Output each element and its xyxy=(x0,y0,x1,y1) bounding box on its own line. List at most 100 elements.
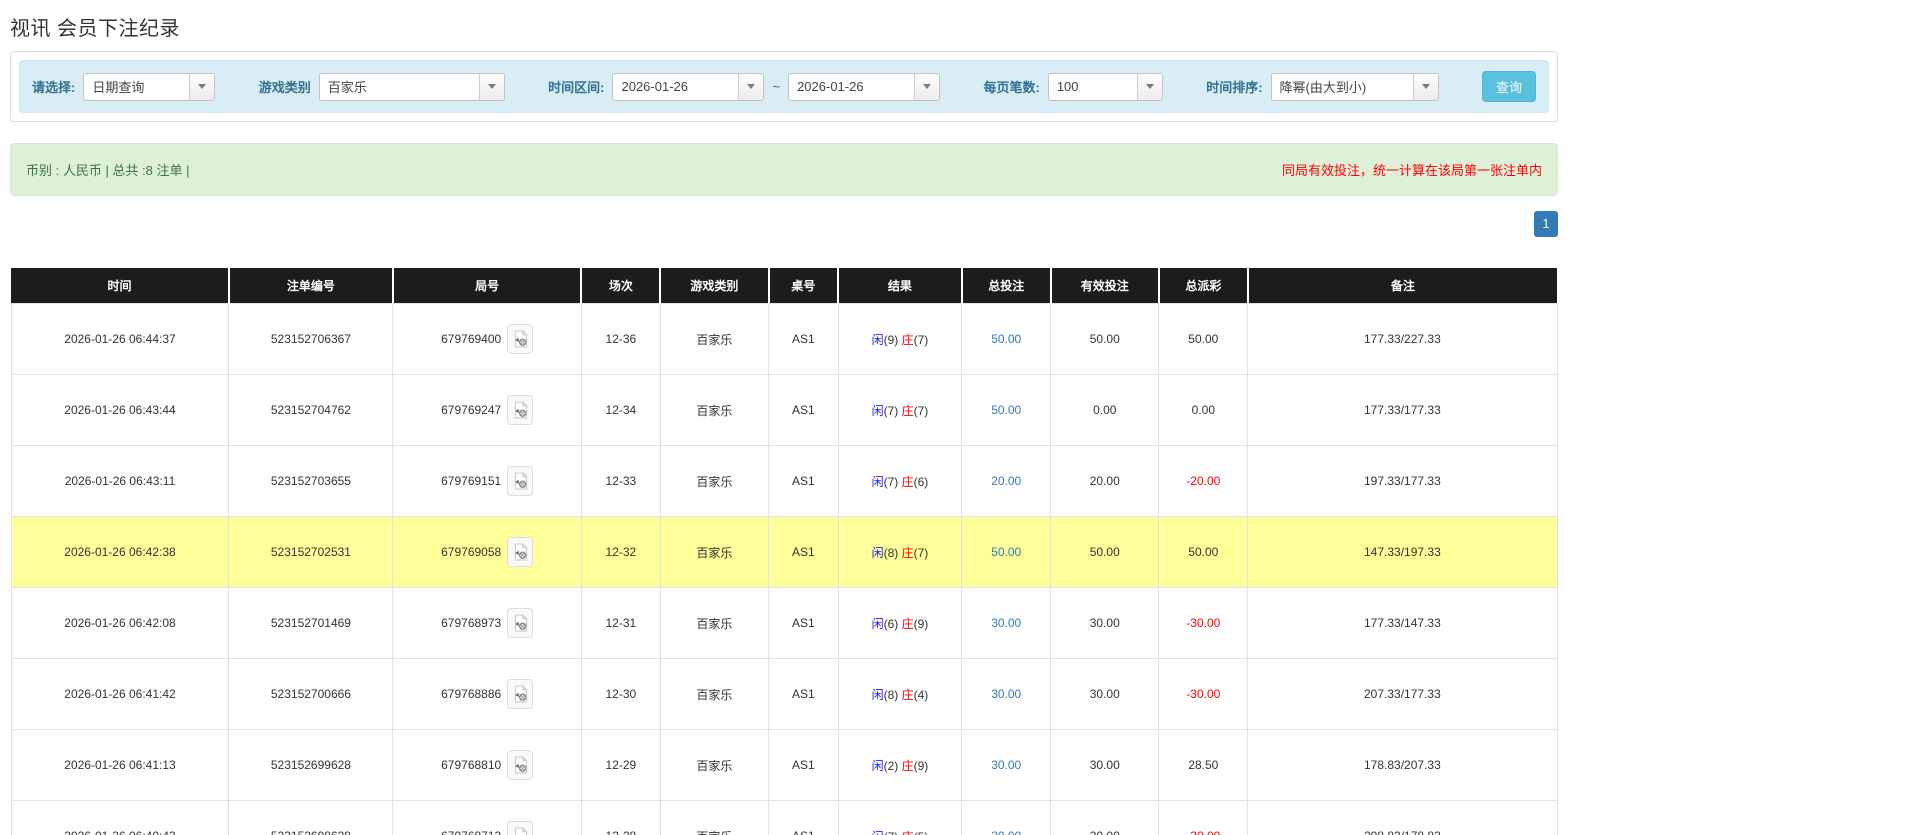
video-replay-icon xyxy=(514,472,528,490)
cell-valid-bet: 30.00 xyxy=(1050,587,1160,659)
page-size-select[interactable]: 100 xyxy=(1047,72,1163,101)
cell-total-bet: 50.00 xyxy=(961,374,1052,446)
cell-result: 闲(8) 庄(4) xyxy=(837,658,963,730)
date-range-label: 时间区间: xyxy=(548,80,605,95)
cell-note: 177.33/227.33 xyxy=(1247,303,1558,375)
date-from-select[interactable]: 2026-01-26 xyxy=(612,72,765,101)
round-number: 679768886 xyxy=(441,687,502,701)
table-row: 2026-01-26 06:42:38 523152702531 679769058… xyxy=(10,516,1558,588)
cell-result: 闲(9) 庄(7) xyxy=(837,303,963,375)
bet-records-table: 时间 注单编号 局号 场次 游戏类别 桌号 结果 总投注 有效投注 总派彩 备注… xyxy=(10,268,1558,835)
cell-table-no: AS1 xyxy=(768,374,839,446)
cell-valid-bet: 20.00 xyxy=(1050,445,1160,517)
header-round: 局号 xyxy=(391,268,582,304)
time-sort-select[interactable]: 降幂(由大到小) xyxy=(1270,72,1439,101)
cell-bet-id: 523152703655 xyxy=(228,445,394,517)
chevron-down-icon xyxy=(914,73,940,100)
header-result: 结果 xyxy=(837,268,962,304)
date-to-select[interactable]: 2026-01-26 xyxy=(788,72,941,101)
video-replay-button[interactable] xyxy=(507,608,534,638)
cell-result: 闲(8) 庄(7) xyxy=(837,516,963,588)
cell-round: 679768713 xyxy=(392,800,582,835)
cell-time: 2026-01-26 06:41:42 xyxy=(10,658,230,730)
cell-table-no: AS1 xyxy=(768,658,839,730)
total-bet-link[interactable]: 30.00 xyxy=(991,829,1021,835)
cell-payout: -20.00 xyxy=(1158,445,1249,517)
cell-game-type: 百家乐 xyxy=(659,445,770,517)
round-number: 679768713 xyxy=(441,829,501,835)
cell-payout: 50.00 xyxy=(1158,303,1249,375)
page-size-group: 每页笔数: 100 xyxy=(983,72,1163,101)
time-sort-value: 降幂(由大到小) xyxy=(1279,80,1367,95)
query-type-label: 请选择: xyxy=(32,80,76,95)
round-number: 679768973 xyxy=(441,616,502,630)
cell-total-bet: 50.00 xyxy=(961,303,1052,375)
cell-bet-id: 523152701469 xyxy=(228,587,394,659)
cell-payout: 28.50 xyxy=(1158,729,1249,801)
search-button[interactable]: 查询 xyxy=(1481,71,1536,102)
header-game-type: 游戏类别 xyxy=(659,268,769,304)
cell-total-bet: 30.00 xyxy=(961,658,1052,730)
cell-round: 679768810 xyxy=(392,729,582,801)
cell-table-no: AS1 xyxy=(768,800,839,835)
summary-currency-count: 币别 : 人民币 | 总共 :8 注单 | xyxy=(26,163,190,178)
video-replay-button[interactable] xyxy=(507,679,534,709)
table-row: 2026-01-26 06:42:08 523152701469 679768973… xyxy=(10,587,1558,659)
cell-game-type: 百家乐 xyxy=(659,800,770,835)
cell-session: 12-31 xyxy=(580,587,661,659)
cell-table-no: AS1 xyxy=(768,516,839,588)
video-replay-button[interactable] xyxy=(507,821,534,835)
page-1-button[interactable]: 1 xyxy=(1534,211,1558,237)
video-replay-button[interactable] xyxy=(507,750,534,780)
video-replay-button[interactable] xyxy=(507,324,534,354)
cell-note: 147.33/197.33 xyxy=(1247,516,1558,588)
total-bet-link[interactable]: 50.00 xyxy=(991,403,1021,417)
cell-result: 闲(6) 庄(9) xyxy=(837,587,963,659)
cell-valid-bet: 30.00 xyxy=(1050,658,1160,730)
query-type-select[interactable]: 日期查询 xyxy=(83,72,216,101)
chevron-down-icon xyxy=(1412,73,1438,100)
game-type-select[interactable]: 百家乐 xyxy=(318,72,505,101)
total-bet-link[interactable]: 30.00 xyxy=(991,616,1021,630)
cell-table-no: AS1 xyxy=(768,587,839,659)
total-bet-link[interactable]: 20.00 xyxy=(991,474,1021,488)
summary-bar: 币别 : 人民币 | 总共 :8 注单 | 同局有效投注，统一计算在该局第一张注… xyxy=(10,143,1558,196)
cell-note: 177.33/147.33 xyxy=(1247,587,1558,659)
chevron-down-icon xyxy=(1136,73,1162,100)
total-bet-link[interactable]: 30.00 xyxy=(991,758,1021,772)
cell-valid-bet: 30.00 xyxy=(1050,729,1160,801)
cell-time: 2026-01-26 06:42:08 xyxy=(10,587,230,659)
round-number: 679768810 xyxy=(441,758,502,772)
total-bet-link[interactable]: 50.00 xyxy=(991,545,1021,559)
video-replay-button[interactable] xyxy=(507,537,534,567)
cell-round: 679769400 xyxy=(392,303,582,375)
cell-session: 12-30 xyxy=(580,658,661,730)
cell-round: 679769247 xyxy=(392,374,582,446)
total-bet-link[interactable]: 50.00 xyxy=(991,332,1021,346)
total-bet-link[interactable]: 30.00 xyxy=(991,687,1021,701)
header-total-bet: 总投注 xyxy=(960,268,1051,304)
pagination-top: 1 xyxy=(10,211,1558,237)
cell-bet-id: 523152698638 xyxy=(228,800,394,835)
cell-note: 208.83/178.83 xyxy=(1247,800,1558,835)
cell-game-type: 百家乐 xyxy=(659,587,770,659)
video-replay-button[interactable] xyxy=(507,395,534,425)
filter-bar: 请选择: 日期查询 游戏类别 百家乐 时间区间: 2026-01-26 ~ 20… xyxy=(19,60,1549,113)
cell-round: 679769058 xyxy=(392,516,582,588)
query-type-group: 请选择: 日期查询 xyxy=(32,72,216,101)
cell-payout: 50.00 xyxy=(1158,516,1249,588)
video-replay-button[interactable] xyxy=(507,466,534,496)
filter-panel: 请选择: 日期查询 游戏类别 百家乐 时间区间: 2026-01-26 ~ 20… xyxy=(10,51,1558,122)
cell-note: 207.33/177.33 xyxy=(1247,658,1558,730)
video-replay-icon xyxy=(514,827,528,835)
cell-bet-id: 523152704762 xyxy=(228,374,394,446)
table-body: 2026-01-26 06:44:37 523152706367 679769400… xyxy=(10,303,1558,835)
time-sort-label: 时间排序: xyxy=(1206,80,1263,95)
header-session: 场次 xyxy=(580,268,661,304)
cell-valid-bet: 30.00 xyxy=(1050,800,1160,835)
cell-session: 12-29 xyxy=(580,729,661,801)
cell-session: 12-28 xyxy=(580,800,661,835)
game-type-value: 百家乐 xyxy=(327,80,367,95)
cell-session: 12-36 xyxy=(580,303,661,375)
date-range-tilde: ~ xyxy=(772,79,781,94)
